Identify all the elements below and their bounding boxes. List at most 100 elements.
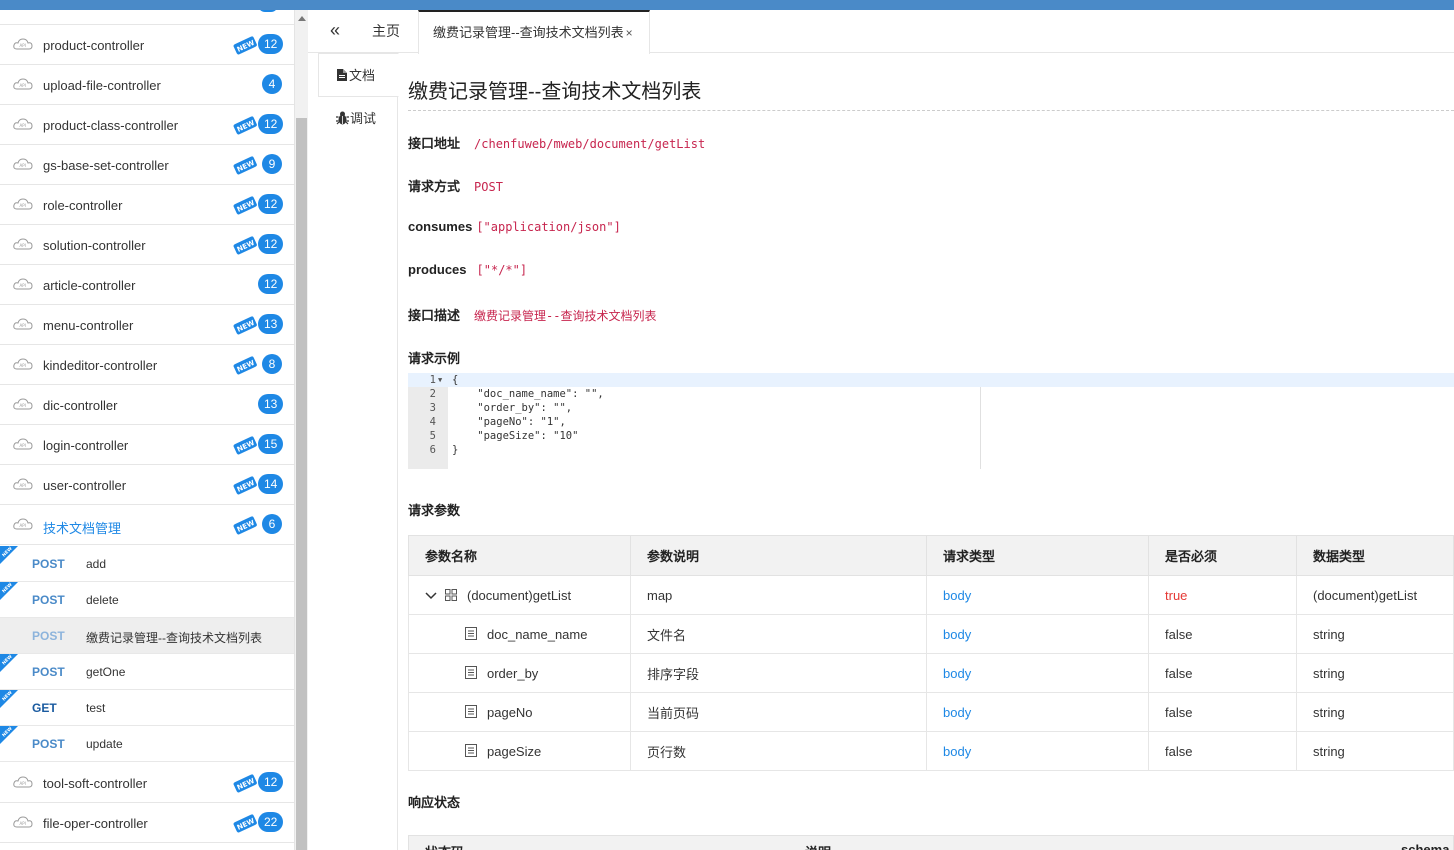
param-desc: map [630,575,927,615]
svg-text:NEW: NEW [236,519,256,534]
api-cloud-icon: API [13,397,33,410]
sidebar-controller-item[interactable]: API dic-controller 13 [0,385,294,425]
sidebar-controller-item[interactable]: API role-controller NEW 12 [0,185,294,225]
sidebar-controller-item[interactable]: API upload-file-controller 4 [0,65,294,105]
api-cloud-icon: API [13,477,33,490]
sidebar-operation-item[interactable]: NEW POST getOne [0,654,294,690]
param-in: body [926,575,1149,615]
http-method-label: GET [32,701,57,715]
endpoint-count-badge: 22 [258,812,284,832]
param-name: pageNo [487,704,533,720]
new-corner-icon: NEW [0,726,18,744]
chevron-down-icon[interactable] [425,589,437,603]
svg-text:API: API [20,43,26,48]
param-name: order_by [487,665,539,681]
close-tab-icon[interactable]: × [626,26,633,40]
sidebar-controller-item[interactable]: API article-controller 12 [0,265,294,305]
param-name: pageSize [487,743,542,759]
sidebar-controller-item-partial[interactable] [0,10,294,25]
controller-label: 技术文档管理 [43,521,122,536]
sidebar-controller-item[interactable]: API tool-soft-controller NEW 12 [0,763,294,803]
sidebar-controller-item[interactable]: API solution-controller NEW 12 [0,225,294,265]
collapse-sidebar-icon[interactable]: « [330,20,340,41]
sidebar-operation-item[interactable]: NEW GET test [0,690,294,726]
sidebar-controller-item[interactable]: API product-class-controller NEW 12 [0,105,294,145]
sidebar-operation-item[interactable]: NEW POST update [0,726,294,762]
tab-active-doc[interactable]: 缴费记录管理--查询技术文档列表 × [418,10,650,54]
code-text: "doc_name_name": "", [452,388,604,400]
line-number: 6 [429,444,436,456]
sidebar-controller-item[interactable]: API product-controller NEW 12 [0,25,294,65]
url-value: /chenfuweb/mweb/document/getList [474,137,706,151]
param-row[interactable]: order_by 排序字段 body false string [408,653,1454,693]
tab-home[interactable]: 主页 [372,10,400,53]
sidebar-controller-item[interactable]: API 技术文档管理 NEW 6 [0,505,294,545]
request-example-editor[interactable]: 1 ▼{2 "doc_name_name": "", 3 "order_by": "… [408,373,1454,469]
code-text: { [452,374,459,386]
endpoint-count-badge: 14 [258,474,284,494]
svg-text:API: API [20,323,26,328]
param-row[interactable]: pageSize 页行数 body false string [408,731,1454,771]
svg-text:API: API [20,163,26,168]
param-required: false [1148,614,1297,654]
scroll-thumb[interactable] [296,118,307,850]
consumes-label: consumes [408,219,473,234]
col-param-in: 请求类型 [926,535,1149,576]
tab-debug[interactable]: 调试 [318,97,398,141]
sidebar-operation-item[interactable]: POST 缴费记录管理--查询技术文档列表 [0,618,294,654]
sidebar-controller-item[interactable]: API file-oper-controller NEW 22 [0,803,294,843]
description-value: 缴费记录管理--查询技术文档列表 [474,309,657,323]
fold-arrow-icon[interactable]: ▼ [438,373,442,387]
tab-doc[interactable]: 文档 [318,53,399,97]
svg-text:NEW: NEW [236,319,256,334]
consumes-value: ["application/json"] [476,220,621,234]
sidebar-operation-item[interactable]: NEW POST delete [0,582,294,618]
param-required: true [1148,575,1297,615]
svg-text:API: API [20,403,26,408]
endpoint-count-badge: 12 [258,194,284,214]
sidebar-controller-item[interactable]: API login-controller NEW 15 [0,425,294,465]
controller-label: menu-controller [43,318,134,333]
bug-icon [336,111,349,125]
svg-text:API: API [20,203,26,208]
param-type: string [1296,614,1454,654]
param-row[interactable]: pageNo 当前页码 body false string [408,692,1454,732]
param-row[interactable]: doc_name_name 文件名 body false string [408,614,1454,654]
response-status-table: 状态码 说明 schema [408,835,1454,850]
scroll-up-arrow-icon[interactable] [298,16,306,21]
field-icon [465,743,477,757]
sidebar-controller-item[interactable]: API gs-base-set-controller NEW 9 [0,145,294,185]
controller-label: gs-base-set-controller [43,158,169,173]
param-required: false [1148,692,1297,732]
endpoint-count-badge: 12 [258,274,284,294]
new-badge-icon: NEW [233,113,257,137]
http-method-label: POST [32,629,65,643]
param-name-cell: pageSize [408,731,631,771]
line-number: 2 [429,388,436,400]
api-cloud-icon: API [13,37,33,50]
sidebar-controller-item[interactable]: API menu-controller NEW 13 [0,305,294,345]
request-params-heading: 请求参数 [408,503,461,518]
sidebar-scrollbar[interactable] [294,10,308,850]
field-method: 请求方式 POST [408,176,503,195]
endpoint-count-badge: 4 [262,74,282,94]
new-badge-icon: NEW [233,513,257,537]
api-cloud-icon: API [13,197,33,210]
request-params-table: 参数名称 参数说明 请求类型 是否必须 数据类型 (document)getLi… [408,535,1454,771]
sidebar-controller-item[interactable]: API user-controller NEW 14 [0,465,294,505]
produces-value: ["*/*"] [476,263,528,277]
operation-name: getOne [86,665,126,679]
request-example-heading: 请求示例 [408,351,461,366]
new-badge-icon: NEW [233,153,257,177]
top-bar [0,0,1454,10]
method-label: 请求方式 [408,179,461,194]
col-param-type: 数据类型 [1296,535,1454,576]
code-line: 3 "order_by": "", [408,401,1454,415]
code-text: } [452,444,459,456]
response-status-heading: 响应状态 [408,795,461,810]
param-row[interactable]: (document)getList map body true (document)ge… [408,575,1454,615]
param-in: body [926,614,1149,654]
api-cloud-icon: API [13,117,33,130]
sidebar-operation-item[interactable]: NEW POST add [0,546,294,582]
sidebar-controller-item[interactable]: API kindeditor-controller NEW 8 [0,345,294,385]
